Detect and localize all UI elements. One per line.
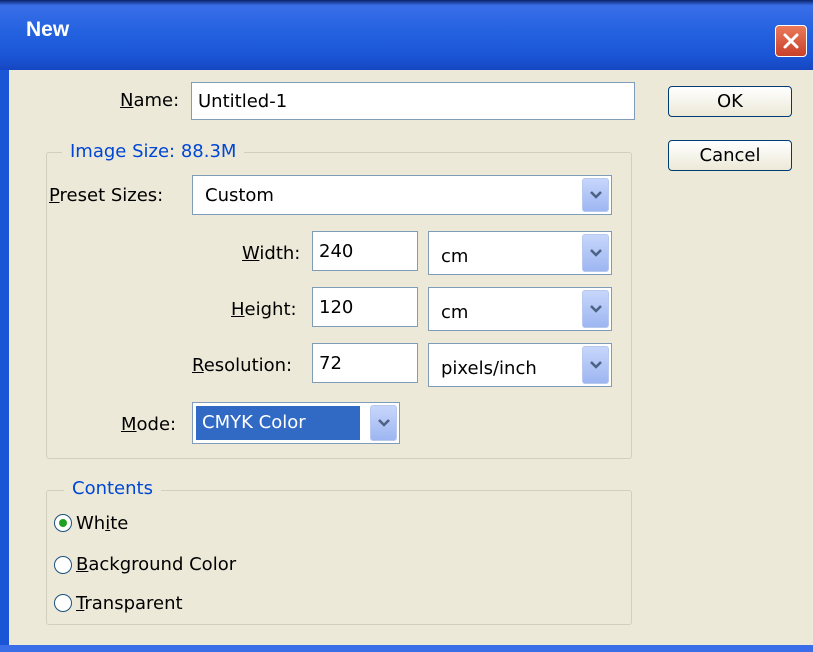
width-unit-dropdown[interactable]: cm xyxy=(428,231,612,275)
white-option-label: White xyxy=(76,513,129,534)
width-unit-arrow[interactable] xyxy=(582,234,609,272)
window-title: New xyxy=(26,18,70,41)
chevron-down-icon xyxy=(378,419,390,427)
mode-value: CMYK Color xyxy=(196,406,360,440)
height-label: Height: xyxy=(231,299,297,320)
name-label: Name: xyxy=(120,90,180,111)
mode-dropdown[interactable]: CMYK Color xyxy=(192,402,400,444)
width-label: Width: xyxy=(242,243,301,264)
window-frame-left xyxy=(0,70,9,652)
image-size-legend: Image Size: 88.3M xyxy=(62,141,245,163)
resolution-label: Resolution: xyxy=(192,355,293,376)
height-unit-value: cm xyxy=(441,302,469,323)
background-color-option-label: Background Color xyxy=(76,554,237,575)
cancel-button[interactable]: Cancel xyxy=(668,140,792,171)
transparent-radio[interactable] xyxy=(54,594,72,612)
background-color-radio[interactable] xyxy=(54,556,72,574)
resolution-unit-dropdown[interactable]: pixels/inch xyxy=(428,343,612,387)
resolution-unit-arrow[interactable] xyxy=(582,346,609,384)
chevron-down-icon xyxy=(590,191,602,199)
mode-arrow[interactable] xyxy=(370,405,397,441)
name-input[interactable] xyxy=(191,82,635,120)
preset-sizes-dropdown[interactable]: Custom xyxy=(192,175,612,215)
contents-legend: Contents xyxy=(64,478,161,500)
transparent-option-label: Transparent xyxy=(76,593,183,614)
chevron-down-icon xyxy=(590,361,602,369)
window-frame-bottom xyxy=(0,645,813,652)
close-icon xyxy=(783,33,799,49)
width-input[interactable] xyxy=(312,231,418,271)
new-document-dialog: New Name: OK Cancel Image Size: 88.3M Pr… xyxy=(0,0,813,652)
radio-selected-dot xyxy=(59,519,67,527)
width-unit-value: cm xyxy=(441,246,469,267)
height-unit-dropdown[interactable]: cm xyxy=(428,287,612,331)
preset-sizes-arrow[interactable] xyxy=(582,178,609,212)
height-input[interactable] xyxy=(312,287,418,327)
resolution-input[interactable] xyxy=(312,343,418,383)
white-radio[interactable] xyxy=(54,514,72,532)
ok-button[interactable]: OK xyxy=(668,86,792,117)
chevron-down-icon xyxy=(590,305,602,313)
mode-label: Mode: xyxy=(121,414,177,435)
close-button[interactable] xyxy=(775,25,807,57)
height-unit-arrow[interactable] xyxy=(582,290,609,328)
chevron-down-icon xyxy=(590,249,602,257)
title-bar[interactable]: New xyxy=(0,0,813,70)
preset-sizes-value: Custom xyxy=(205,185,274,206)
resolution-unit-value: pixels/inch xyxy=(441,358,537,379)
preset-sizes-label: Preset Sizes: xyxy=(49,185,164,206)
